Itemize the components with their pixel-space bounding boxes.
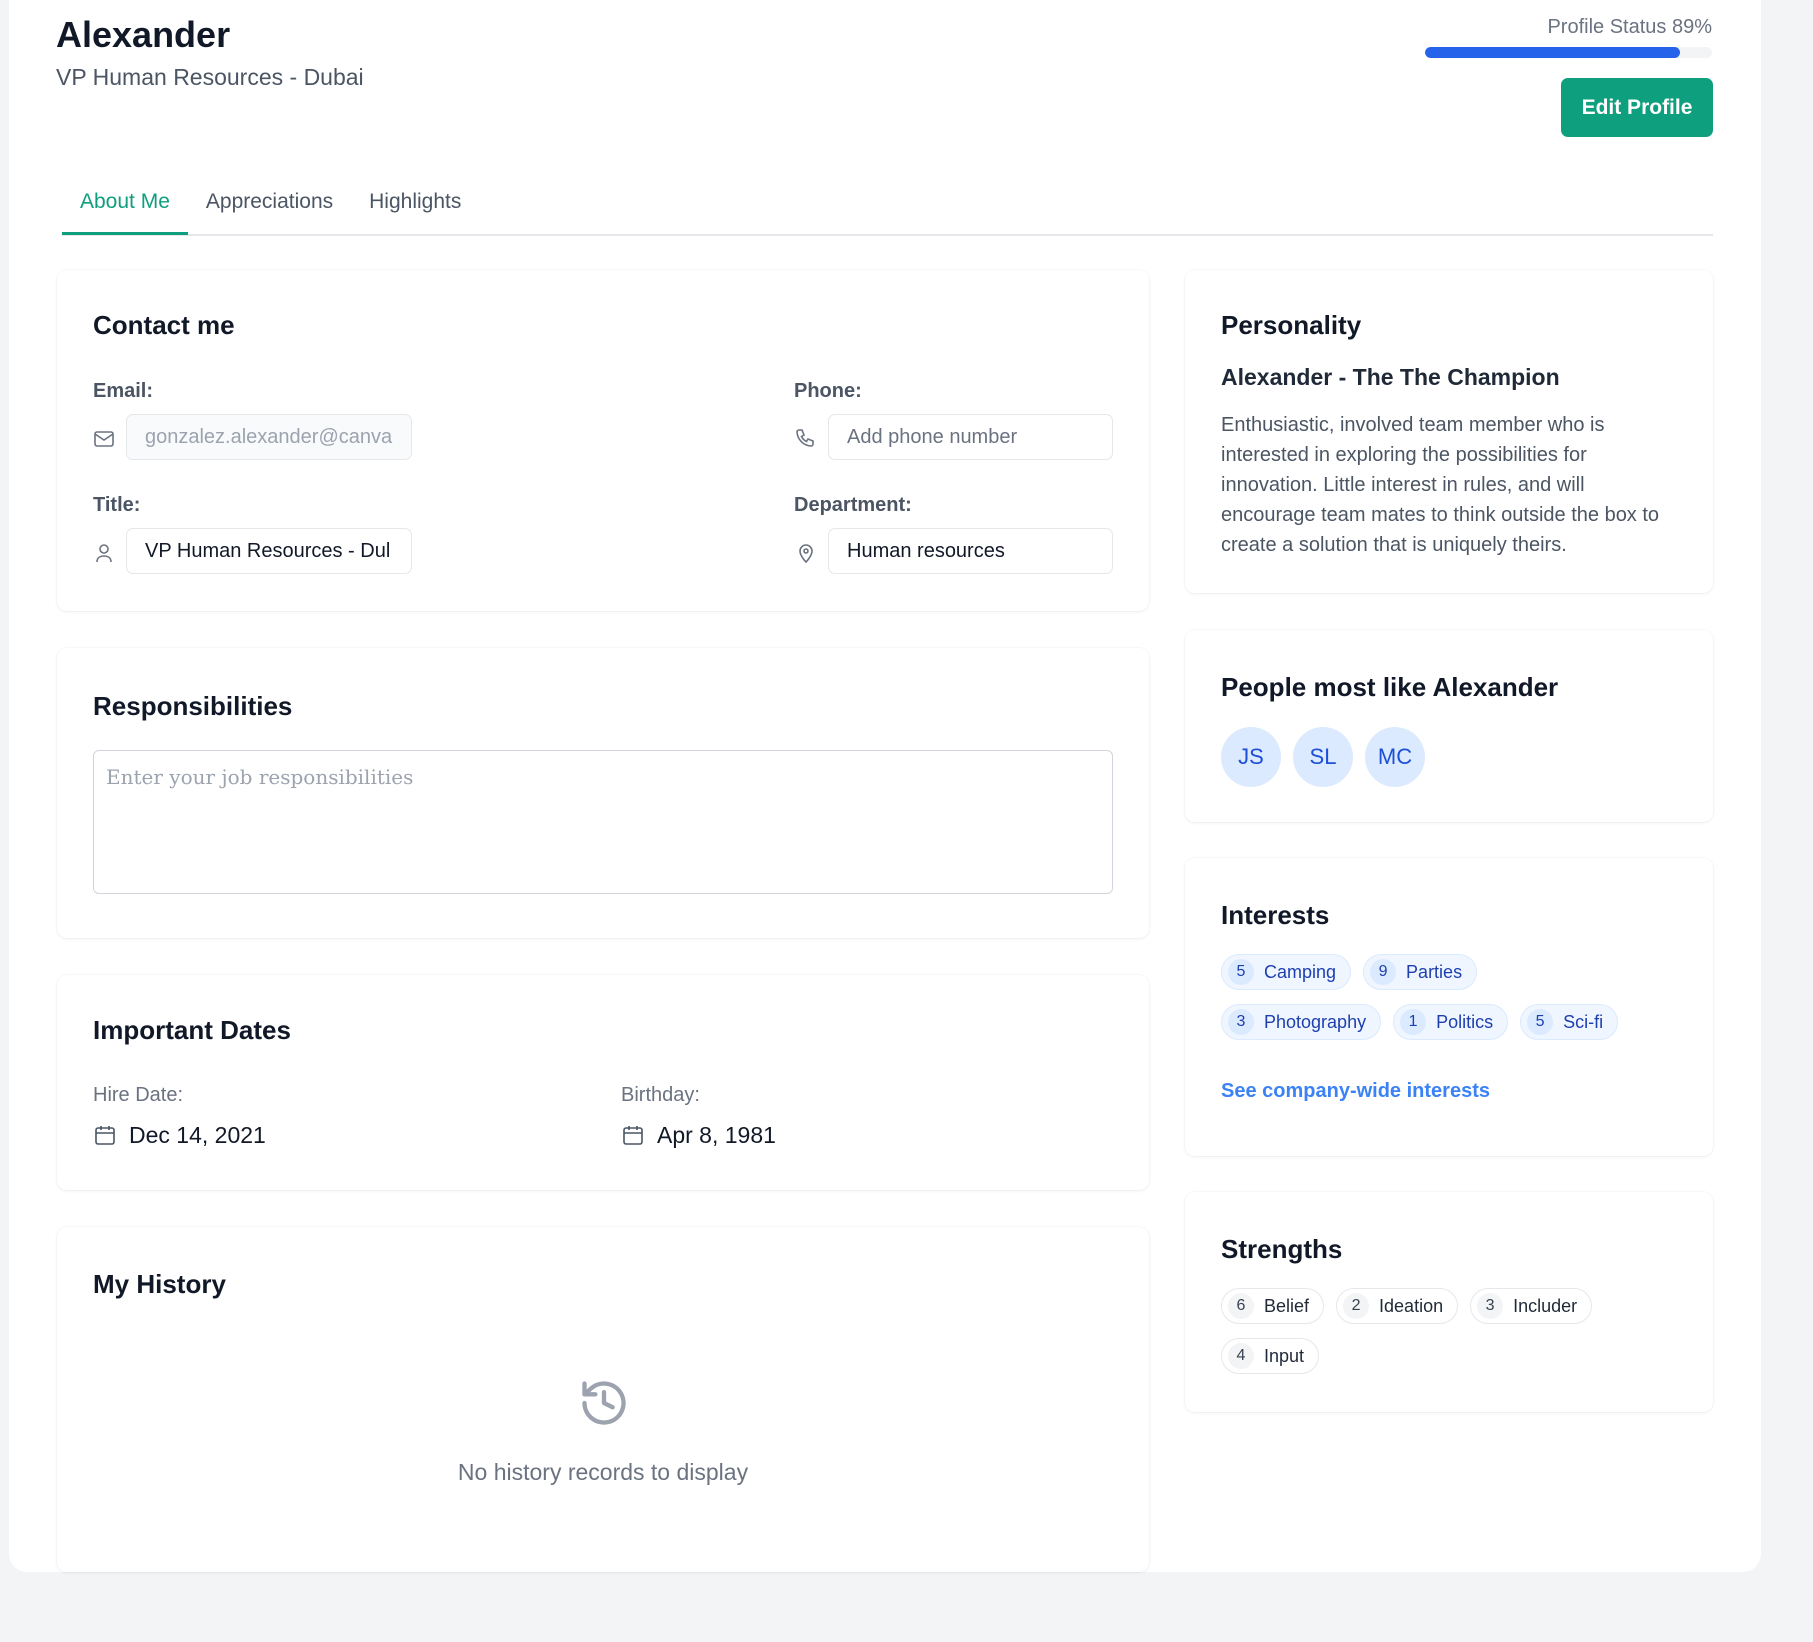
avatar[interactable]: MC xyxy=(1365,727,1425,787)
tab-about-me[interactable]: About Me xyxy=(62,168,188,235)
strength-chip[interactable]: 3 Includer xyxy=(1470,1288,1593,1324)
interest-count: 1 xyxy=(1400,1009,1427,1035)
department-label: Department: xyxy=(794,494,912,516)
tab-highlights[interactable]: Highlights xyxy=(351,168,479,232)
hire-date-value: Dec 14, 2021 xyxy=(129,1122,266,1148)
interest-count: 5 xyxy=(1527,1009,1554,1035)
profile-subtitle: VP Human Resources - Dubai xyxy=(56,64,364,90)
strength-label: Includer xyxy=(1513,1295,1578,1316)
responsibilities-textarea[interactable]: Enter your job responsibilities xyxy=(93,750,1113,894)
contact-card: Contact me Email: gonzalez.alexander@can… xyxy=(57,270,1149,611)
profile-name: Alexander xyxy=(56,14,231,55)
history-empty-text: No history records to display xyxy=(457,1459,749,1485)
responsibilities-title: Responsibilities xyxy=(93,691,293,721)
email-field[interactable]: gonzalez.alexander@canva xyxy=(126,414,412,460)
strength-label: Ideation xyxy=(1379,1295,1444,1316)
profile-status-bar xyxy=(1425,47,1712,58)
interest-label: Photography xyxy=(1264,1011,1367,1032)
interest-label: Camping xyxy=(1264,961,1337,982)
interest-count: 5 xyxy=(1228,959,1254,985)
tab-bar: About Me Appreciations Highlights xyxy=(62,168,1713,236)
calendar-icon xyxy=(93,1123,117,1147)
personality-card: Personality Alexander - The The Champion… xyxy=(1185,270,1713,593)
user-icon xyxy=(92,541,116,565)
map-pin-icon xyxy=(794,541,818,565)
company-interests-link[interactable]: See company-wide interests xyxy=(1221,1080,1490,1103)
important-dates-card: Important Dates Hire Date: Dec 14, 2021 … xyxy=(57,975,1149,1190)
interest-chip-list: 5 Camping 9 Parties 3 Photography 1 Politics 5 Sc… xyxy=(1221,954,1691,1054)
strength-count: 6 xyxy=(1228,1293,1254,1319)
personality-description: Enthusiastic, involved team member who i… xyxy=(1221,414,1660,556)
people-card: People most like Alexander JS SL MC xyxy=(1185,630,1713,822)
birthday-value: Apr 8, 1981 xyxy=(657,1122,776,1148)
birthday-label: Birthday: xyxy=(621,1084,700,1106)
interest-chip[interactable]: 5 Sci-fi xyxy=(1520,1004,1619,1040)
history-icon xyxy=(578,1377,630,1429)
hire-date-label: Hire Date: xyxy=(93,1084,184,1106)
profile-page: Alexander VP Human Resources - Dubai Pro… xyxy=(9,0,1761,1572)
title-field[interactable]: VP Human Resources - Dul xyxy=(126,528,412,574)
personality-type: Alexander - The The Champion xyxy=(1221,364,1560,390)
avatar[interactable]: SL xyxy=(1293,727,1353,787)
strength-chip[interactable]: 6 Belief xyxy=(1221,1288,1325,1324)
interests-card: Interests 5 Camping 9 Parties 3 Photography 1 P… xyxy=(1185,858,1713,1156)
important-dates-title: Important Dates xyxy=(93,1015,291,1045)
strength-chip[interactable]: 2 Ideation xyxy=(1336,1288,1459,1324)
interest-label: Politics xyxy=(1436,1011,1494,1032)
profile-status-fill xyxy=(1425,47,1681,58)
interest-count: 9 xyxy=(1370,959,1397,985)
tab-appreciations[interactable]: Appreciations xyxy=(188,168,351,232)
profile-status-label: Profile Status 89% xyxy=(1547,16,1712,38)
title-label: Title: xyxy=(93,494,141,516)
phone-icon xyxy=(794,427,818,451)
people-title: People most like Alexander xyxy=(1221,672,1559,702)
edit-profile-button[interactable]: Edit Profile xyxy=(1561,78,1713,137)
interest-chip[interactable]: 5 Camping xyxy=(1221,954,1352,990)
phone-label: Phone: xyxy=(794,380,862,402)
interest-chip[interactable]: 9 Parties xyxy=(1363,954,1478,990)
interest-label: Parties xyxy=(1406,961,1463,982)
interest-chip[interactable]: 1 Politics xyxy=(1393,1004,1509,1040)
strengths-card: Strengths 6 Belief 2 Ideation 3 Includer 4 Inpu… xyxy=(1185,1192,1713,1412)
contact-title: Contact me xyxy=(93,310,235,340)
avatar[interactable]: JS xyxy=(1221,727,1281,787)
calendar-icon xyxy=(621,1123,645,1147)
strength-count: 4 xyxy=(1228,1343,1254,1369)
interest-label: Sci-fi xyxy=(1563,1011,1604,1032)
strengths-title: Strengths xyxy=(1221,1234,1343,1264)
strength-chip[interactable]: 4 Input xyxy=(1221,1338,1320,1374)
history-title: My History xyxy=(93,1269,226,1299)
history-card: My History No history records to display xyxy=(57,1227,1149,1572)
phone-field[interactable]: Add phone number xyxy=(828,414,1113,460)
strength-label: Input xyxy=(1264,1345,1305,1366)
interest-count: 3 xyxy=(1228,1009,1254,1035)
department-field[interactable]: Human resources xyxy=(828,528,1113,574)
personality-title: Personality xyxy=(1221,310,1362,340)
interest-chip[interactable]: 3 Photography xyxy=(1221,1004,1382,1040)
email-label: Email: xyxy=(93,380,154,402)
strength-label: Belief xyxy=(1264,1295,1310,1316)
mail-icon xyxy=(92,427,116,451)
strength-count: 2 xyxy=(1343,1293,1370,1319)
strength-count: 3 xyxy=(1477,1293,1504,1319)
strength-chip-list: 6 Belief 2 Ideation 3 Includer 4 Input xyxy=(1221,1288,1691,1388)
responsibilities-card: Responsibilities Enter your job responsi… xyxy=(57,648,1149,938)
interests-title: Interests xyxy=(1221,900,1330,930)
